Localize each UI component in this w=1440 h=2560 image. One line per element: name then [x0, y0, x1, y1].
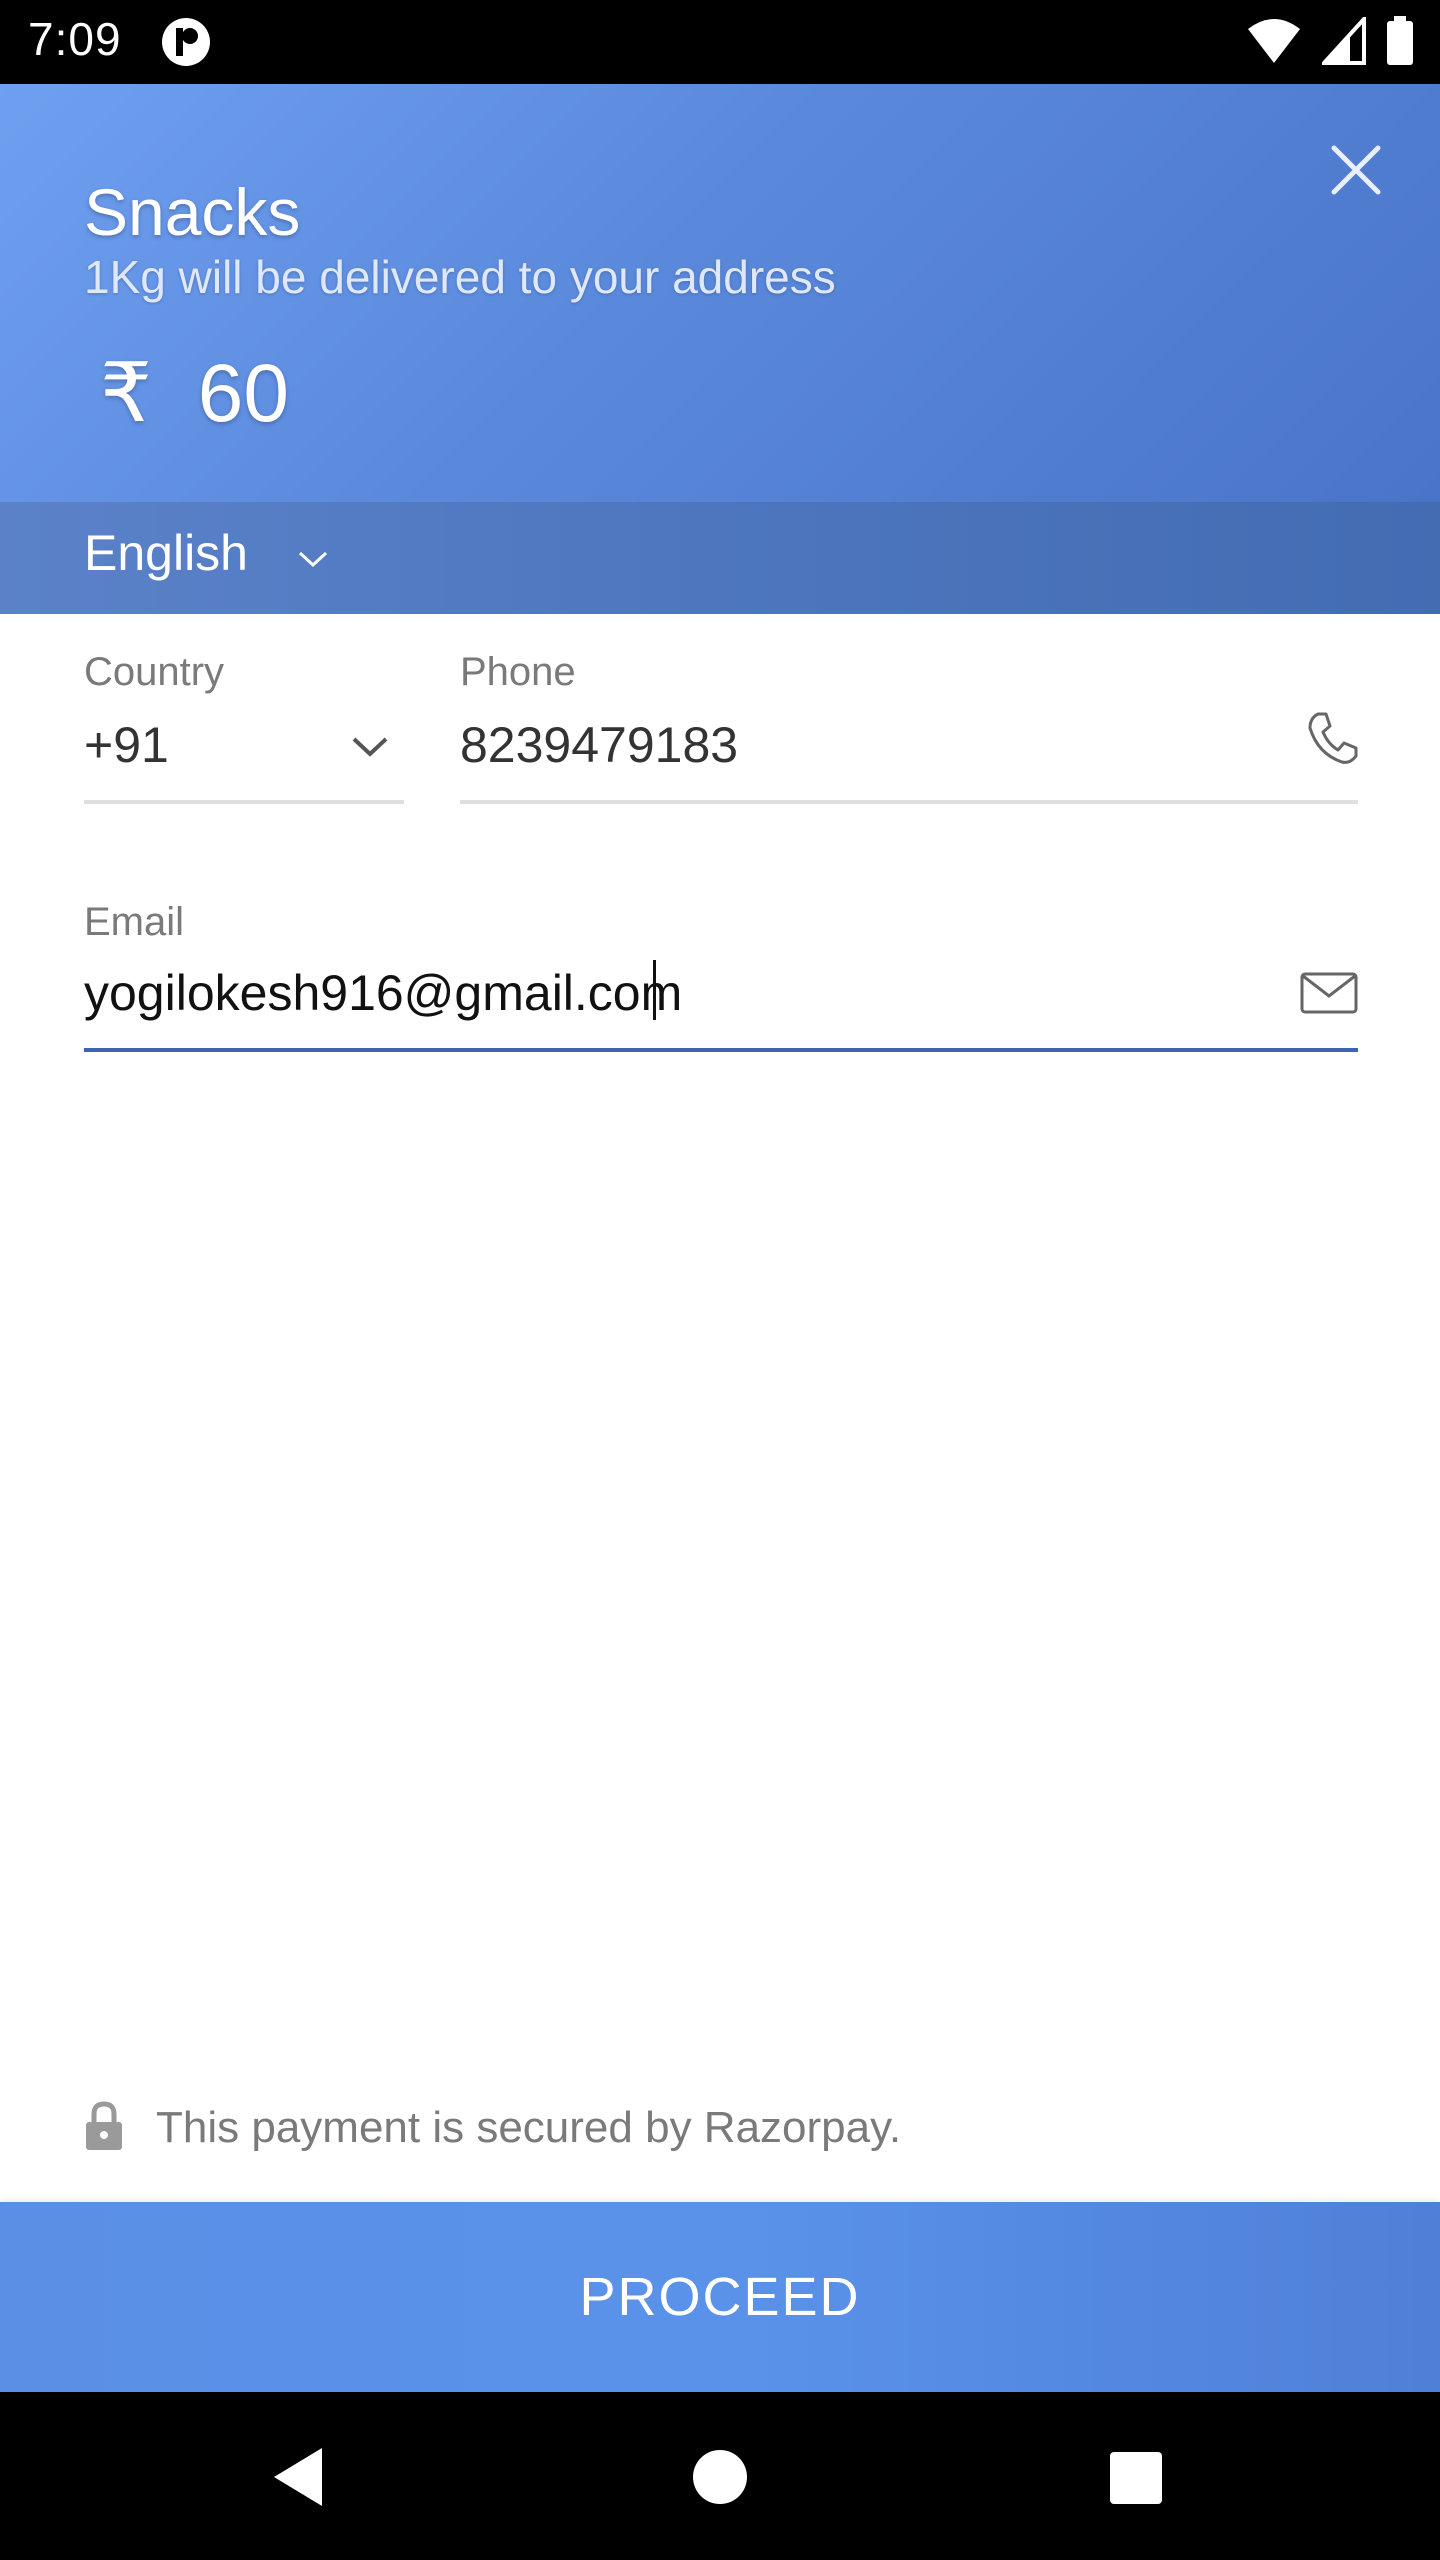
close-icon [1331, 145, 1381, 195]
lock-icon [84, 2100, 124, 2157]
mail-icon [1300, 972, 1358, 1019]
recents-button[interactable] [1100, 2442, 1170, 2512]
country-label: Country [84, 650, 225, 694]
phone-label: Phone [460, 650, 576, 694]
cellular-signal-icon [1319, 13, 1366, 70]
order-amount: ₹ 60 [100, 348, 289, 439]
phone-icon [1304, 708, 1360, 773]
app-notification-icon [160, 16, 212, 73]
language-selected: English [84, 525, 248, 581]
language-selector[interactable]: English [0, 502, 1440, 614]
phone-input[interactable]: 8239479183 [460, 716, 738, 774]
chevron-down-icon [350, 734, 390, 765]
close-button[interactable] [1326, 140, 1386, 200]
battery-icon [1386, 16, 1414, 71]
text-cursor [653, 960, 656, 1020]
country-value: +91 [84, 717, 169, 773]
recents-square-icon [1110, 2452, 1162, 2504]
contact-form: Country +91 Phone 8239479183 Email yogil… [0, 614, 1440, 2114]
home-button[interactable] [685, 2442, 755, 2512]
chevron-down-icon [296, 548, 330, 575]
system-navigation-bar [0, 2392, 1440, 2560]
phone-underline [460, 800, 1358, 804]
home-circle-icon [693, 2450, 747, 2504]
country-underline [84, 800, 404, 804]
security-note: This payment is secured by Razorpay. [84, 2100, 901, 2156]
order-description: 1Kg will be delivered to your address [84, 251, 836, 303]
email-input[interactable]: yogilokesh916@gmail.com [84, 964, 682, 1022]
email-label: Email [84, 900, 185, 944]
back-triangle-icon [274, 2448, 322, 2506]
status-bar: 7:09 [0, 0, 1440, 84]
back-button[interactable] [266, 2442, 336, 2512]
merchant-title: Snacks [84, 175, 301, 249]
security-text: This payment is secured by Razorpay. [156, 2103, 902, 2152]
wifi-icon [1246, 17, 1302, 70]
checkout-header: Snacks 1Kg will be delivered to your add… [0, 84, 1440, 502]
proceed-button[interactable]: PROCEED [0, 2202, 1440, 2392]
status-time: 7:09 [28, 13, 122, 65]
email-underline [84, 1048, 1358, 1052]
